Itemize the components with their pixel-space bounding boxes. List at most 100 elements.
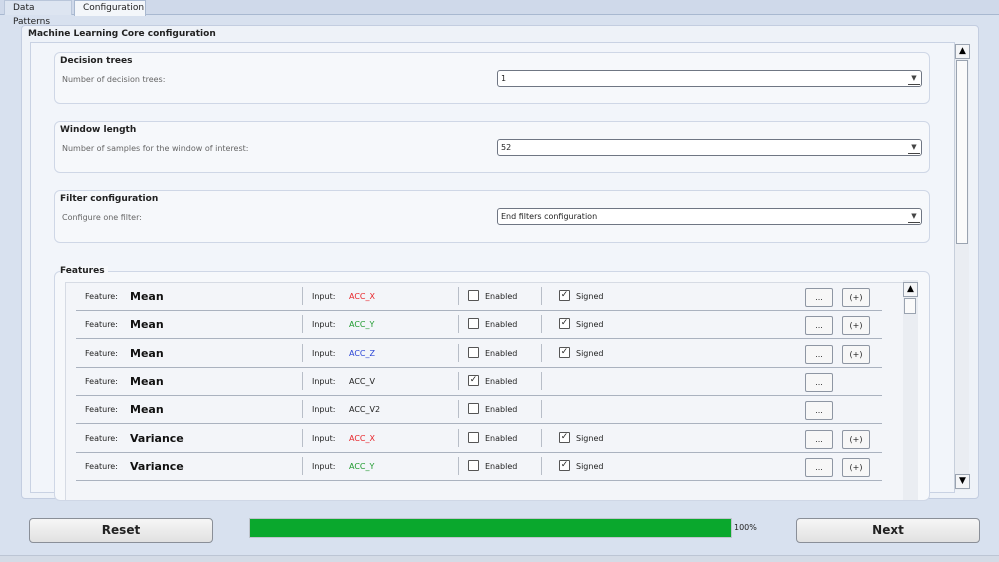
- progress-bar: [249, 518, 732, 538]
- feature-name: Mean: [130, 290, 164, 303]
- signed-checkbox[interactable]: ✓: [559, 460, 570, 471]
- enabled-checkbox[interactable]: [468, 347, 479, 358]
- tab-bar: Data Patterns Configuration: [0, 0, 999, 27]
- divider: [458, 457, 459, 475]
- feature-options-button[interactable]: ...: [805, 401, 833, 420]
- enabled-label: Enabled: [485, 320, 518, 329]
- signed-checkbox[interactable]: ✓: [559, 290, 570, 301]
- input-label: Input:: [312, 320, 336, 329]
- progress-fill: [250, 519, 731, 537]
- enabled-checkbox[interactable]: ✓: [468, 375, 479, 386]
- input-value: ACC_X: [349, 434, 375, 443]
- check-icon: ✓: [560, 290, 569, 300]
- decision-trees-title: Decision trees: [60, 56, 133, 66]
- input-label: Input:: [312, 377, 336, 386]
- check-icon: ✓: [560, 318, 569, 328]
- enabled-label: Enabled: [485, 434, 518, 443]
- scroll-thumb[interactable]: [904, 298, 916, 314]
- scroll-up-icon[interactable]: ▲: [955, 44, 970, 59]
- feature-options-button[interactable]: ...: [805, 373, 833, 392]
- divider: [458, 344, 459, 362]
- feature-label: Feature:: [85, 405, 118, 414]
- feature-name: Mean: [130, 375, 164, 388]
- filter-config-select[interactable]: End filters configuration ▼: [497, 208, 922, 225]
- chevron-down-icon[interactable]: ▼: [908, 141, 920, 154]
- feature-add-button[interactable]: (+): [842, 316, 870, 335]
- feature-row: Feature: Mean Input: ACC_Z Enabled ✓ Signed...…: [76, 340, 882, 368]
- signed-checkbox[interactable]: ✓: [559, 432, 570, 443]
- input-value: ACC_Z: [349, 349, 375, 358]
- features-scrollbar[interactable]: ▲: [903, 280, 918, 500]
- feature-add-button[interactable]: (+): [842, 430, 870, 449]
- enabled-checkbox[interactable]: [468, 290, 479, 301]
- input-label: Input:: [312, 349, 336, 358]
- check-icon: ✓: [560, 460, 569, 470]
- feature-label: Feature:: [85, 292, 118, 301]
- chevron-down-icon[interactable]: ▼: [908, 210, 920, 223]
- feature-label: Feature:: [85, 434, 118, 443]
- input-value: ACC_Y: [349, 320, 375, 329]
- signed-label: Signed: [576, 292, 604, 301]
- feature-options-button[interactable]: ...: [805, 430, 833, 449]
- feature-name: Mean: [130, 318, 164, 331]
- divider: [541, 400, 542, 418]
- feature-add-button[interactable]: (+): [842, 458, 870, 477]
- enabled-checkbox[interactable]: [468, 318, 479, 329]
- window-length-title: Window length: [60, 125, 137, 135]
- filter-config-label: Configure one filter:: [62, 213, 142, 222]
- feature-options-button[interactable]: ...: [805, 288, 833, 307]
- enabled-label: Enabled: [485, 462, 518, 471]
- feature-name: Mean: [130, 403, 164, 416]
- next-button[interactable]: Next: [796, 518, 980, 543]
- feature-row: Feature: Mean Input: ACC_V2 Enabled...: [76, 396, 882, 424]
- feature-options-button[interactable]: ...: [805, 316, 833, 335]
- decision-trees-select[interactable]: 1 ▼: [497, 70, 922, 87]
- input-label: Input:: [312, 462, 336, 471]
- tab-data-patterns[interactable]: Data Patterns: [4, 0, 72, 27]
- filter-config-title: Filter configuration: [60, 194, 159, 204]
- divider: [458, 315, 459, 333]
- tab-configuration[interactable]: Configuration: [74, 0, 146, 16]
- decision-trees-group: Decision trees Number of decision trees:…: [54, 52, 930, 104]
- feature-row: Feature: Mean Input: ACC_Y Enabled ✓ Signed...…: [76, 311, 882, 339]
- panel-title: Machine Learning Core configuration: [28, 29, 216, 39]
- input-label: Input:: [312, 292, 336, 301]
- enabled-checkbox[interactable]: [468, 460, 479, 471]
- feature-options-button[interactable]: ...: [805, 458, 833, 477]
- signed-checkbox[interactable]: ✓: [559, 347, 570, 358]
- enabled-checkbox[interactable]: [468, 403, 479, 414]
- divider: [541, 315, 542, 333]
- scroll-down-icon[interactable]: ▼: [955, 474, 970, 489]
- divider: [302, 315, 303, 333]
- feature-options-button[interactable]: ...: [805, 345, 833, 364]
- reset-button[interactable]: Reset: [29, 518, 213, 543]
- feature-row: Feature: Mean Input: ACC_X Enabled ✓ Signed...…: [76, 283, 882, 311]
- scroll-thumb[interactable]: [956, 60, 968, 244]
- feature-label: Feature:: [85, 377, 118, 386]
- signed-checkbox[interactable]: ✓: [559, 318, 570, 329]
- feature-label: Feature:: [85, 462, 118, 471]
- feature-name: Mean: [130, 347, 164, 360]
- divider: [458, 372, 459, 390]
- check-icon: ✓: [469, 375, 478, 385]
- window-length-value: 52: [501, 143, 512, 152]
- input-value: ACC_X: [349, 292, 375, 301]
- filter-config-value: End filters configuration: [501, 212, 598, 221]
- status-bar: [0, 555, 999, 562]
- enabled-label: Enabled: [485, 377, 518, 386]
- features-title: Features: [60, 266, 108, 276]
- enabled-checkbox[interactable]: [468, 432, 479, 443]
- input-label: Input:: [312, 434, 336, 443]
- enabled-label: Enabled: [485, 349, 518, 358]
- config-scrollbar[interactable]: ▲ ▼: [954, 44, 970, 490]
- feature-add-button[interactable]: (+): [842, 288, 870, 307]
- signed-label: Signed: [576, 434, 604, 443]
- scroll-up-icon[interactable]: ▲: [903, 282, 918, 297]
- feature-add-button[interactable]: (+): [842, 345, 870, 364]
- chevron-down-icon[interactable]: ▼: [908, 72, 920, 85]
- feature-row: Feature: Mean Input: ACC_V ✓ Enabled...: [76, 368, 882, 396]
- window-length-select[interactable]: 52 ▼: [497, 139, 922, 156]
- window-length-group: Window length Number of samples for the …: [54, 121, 930, 173]
- input-value: ACC_Y: [349, 462, 375, 471]
- filter-config-group: Filter configuration Configure one filte…: [54, 190, 930, 243]
